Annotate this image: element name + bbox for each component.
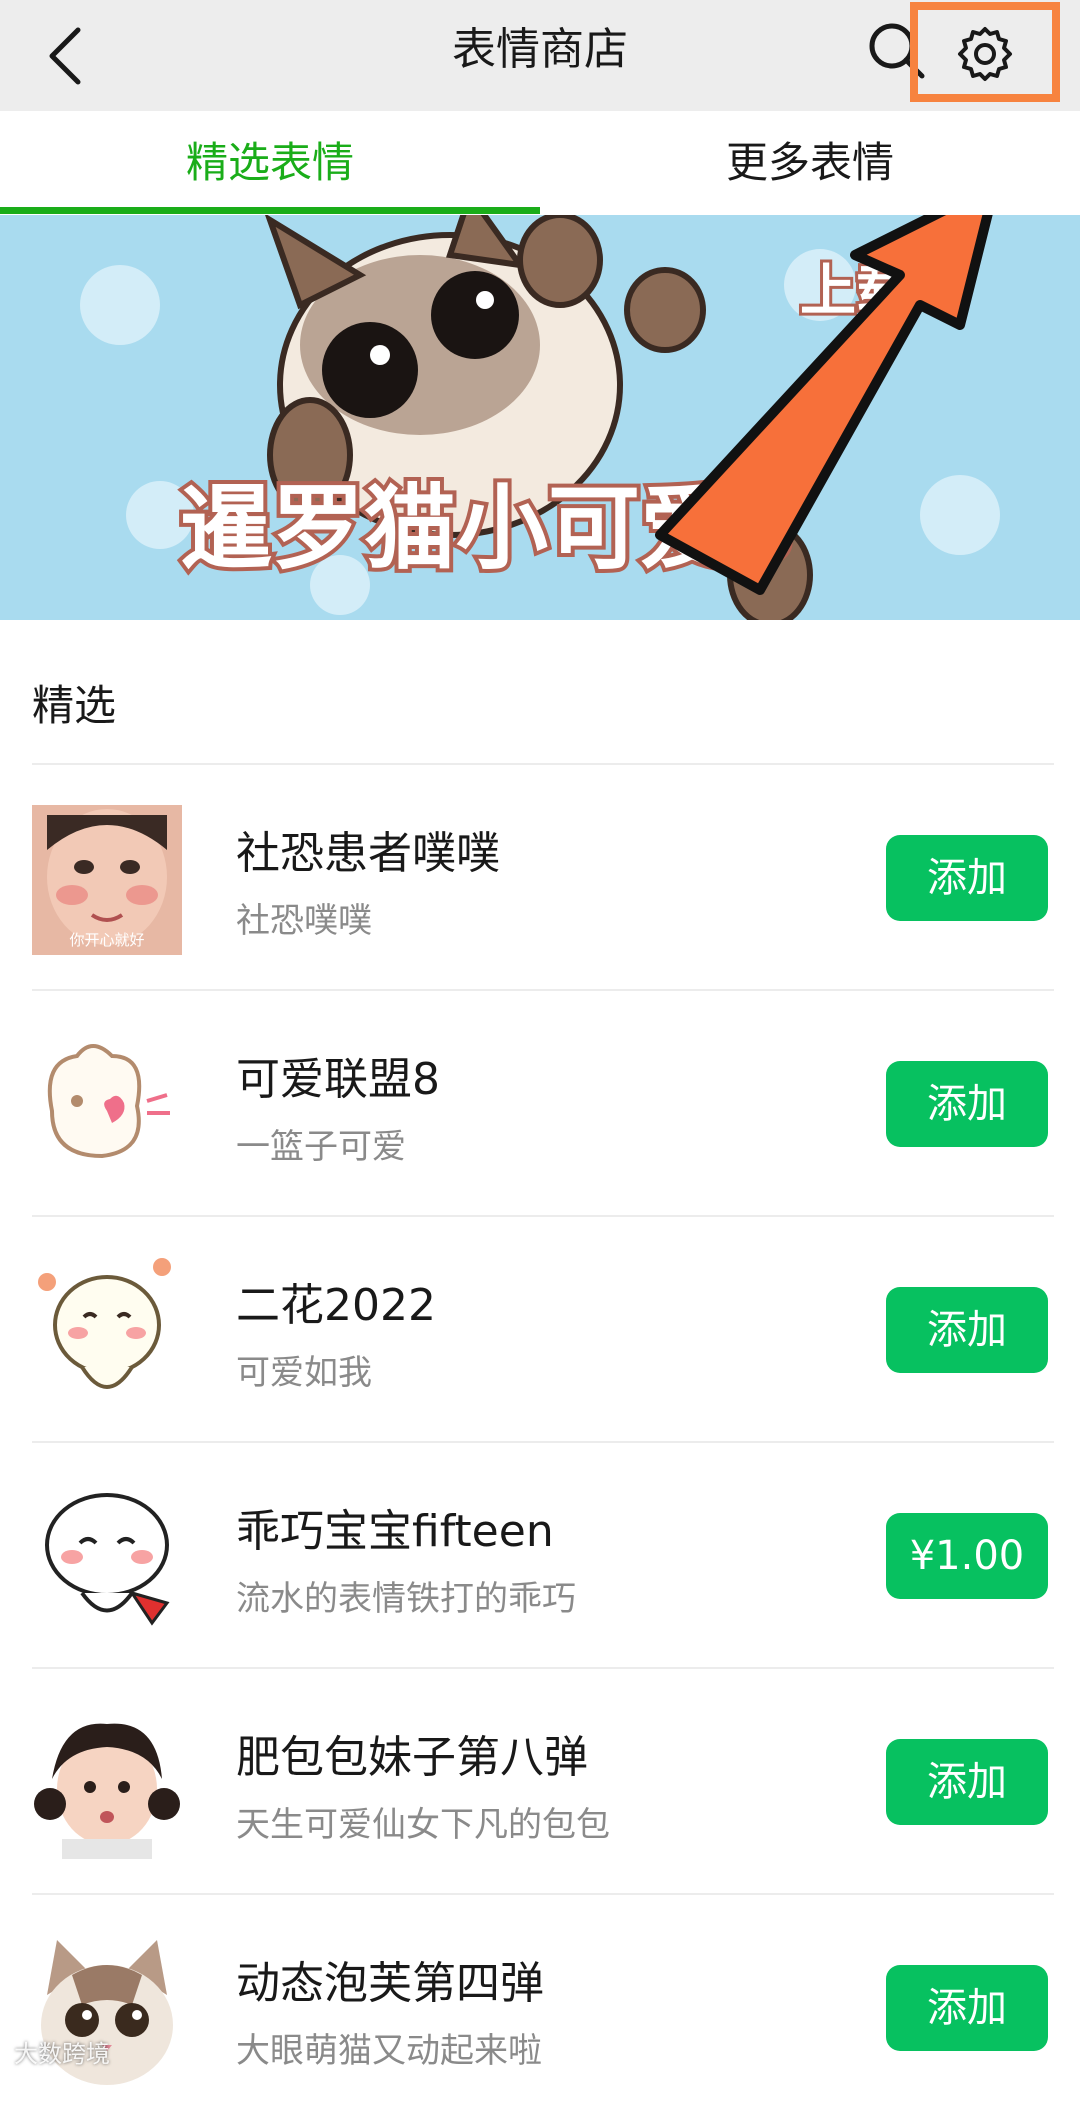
list-item[interactable]: 乖巧宝宝fifteen 流水的表情铁打的乖巧 ¥1.00 — [0, 1443, 1080, 1669]
sticker-list: 你开心就好 社恐患者噗噗 社恐噗噗 添加 可爱联盟8 一篮子可爱 添加 二花20… — [0, 765, 1080, 2121]
sticker-name: 可爱联盟8 — [236, 1054, 440, 1105]
promo-banner[interactable]: 暹罗猫小可爱3 上载 — [0, 215, 1080, 620]
gear-icon — [958, 27, 1012, 81]
add-button[interactable]: 添加 — [886, 1965, 1048, 2051]
sticker-name: 动态泡芙第四弹 — [236, 1958, 544, 2009]
sticker-description: 一篮子可爱 — [236, 1127, 406, 1167]
section-title: 精选 — [32, 681, 117, 730]
sticker-name: 肥包包妹子第八弹 — [236, 1732, 588, 1783]
sticker-thumbnail — [32, 1031, 182, 1181]
add-button[interactable]: 添加 — [886, 1061, 1048, 1147]
add-button[interactable]: 添加 — [886, 1739, 1048, 1825]
sticker-name: 社恐患者噗噗 — [236, 828, 500, 879]
sticker-thumbnail — [32, 1709, 182, 1859]
sticker-name: 乖巧宝宝fifteen — [236, 1506, 554, 1557]
add-button[interactable]: 添加 — [886, 835, 1048, 921]
sticker-description: 天生可爱仙女下凡的包包 — [236, 1805, 610, 1845]
settings-button[interactable] — [910, 2, 1060, 102]
sticker-description: 大眼萌猫又动起来啦 — [236, 2031, 542, 2071]
list-item[interactable]: 肥包包妹子第八弹 天生可爱仙女下凡的包包 添加 — [0, 1669, 1080, 1895]
sticker-description: 可爱如我 — [236, 1353, 372, 1393]
price-button[interactable]: ¥1.00 — [886, 1513, 1048, 1599]
thumbnail-caption: 你开心就好 — [69, 931, 144, 949]
banner-illustration: 暹罗猫小可爱3 上载 — [0, 215, 1080, 620]
sticker-thumbnail — [32, 1483, 182, 1633]
active-tab-indicator — [0, 207, 540, 214]
top-bar: 表情商店 — [0, 0, 1080, 111]
list-item[interactable]: 可爱联盟8 一篮子可爱 添加 — [0, 991, 1080, 1217]
watermark: 大数跨境 — [14, 2040, 110, 2068]
sticker-description: 社恐噗噗 — [236, 901, 372, 941]
list-item[interactable]: 你开心就好 社恐患者噗噗 社恐噗噗 添加 — [0, 765, 1080, 991]
sticker-name: 二花2022 — [236, 1280, 436, 1331]
sticker-thumbnail — [32, 1257, 182, 1407]
tab-bar: 精选表情 更多表情 — [0, 111, 1080, 215]
list-item[interactable]: 动态泡芙第四弹 大眼萌猫又动起来啦 添加 — [0, 1895, 1080, 2121]
sticker-thumbnail: 你开心就好 — [32, 805, 182, 955]
add-button[interactable]: 添加 — [886, 1287, 1048, 1373]
tab-featured-stickers[interactable]: 精选表情 — [0, 111, 540, 215]
tab-more-stickers[interactable]: 更多表情 — [540, 111, 1080, 215]
sticker-description: 流水的表情铁打的乖巧 — [236, 1579, 576, 1619]
list-item[interactable]: 二花2022 可爱如我 添加 — [0, 1217, 1080, 1443]
